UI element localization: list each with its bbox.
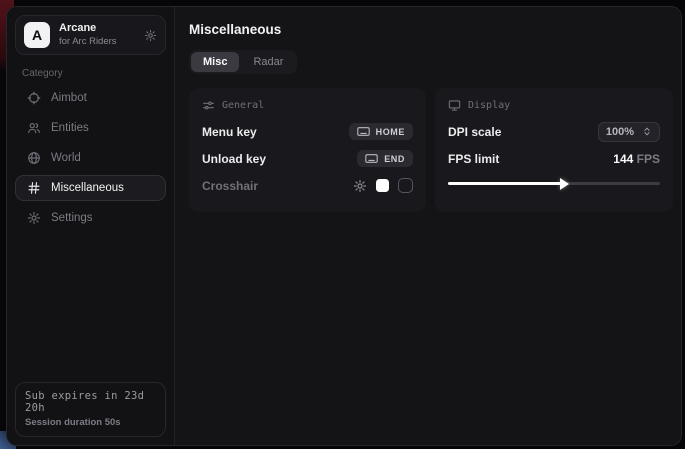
crosshair-row: Crosshair <box>202 172 413 199</box>
app-logo: A <box>24 22 50 48</box>
tab-bar: Misc Radar <box>189 50 297 74</box>
keyboard-icon <box>365 153 378 164</box>
fps-limit-value: 144 FPS <box>613 152 660 166</box>
dpi-scale-row: DPI scale 100% <box>448 118 660 145</box>
sidebar-nav: Aimbot Entities World <box>15 85 166 231</box>
fps-slider-fill <box>448 182 562 185</box>
app-name: Arcane <box>59 22 135 36</box>
dpi-scale-label: DPI scale <box>448 125 501 139</box>
fps-limit-row: FPS limit 144 FPS <box>448 145 660 172</box>
crosshair-controls <box>353 178 413 193</box>
tab-misc[interactable]: Misc <box>191 52 239 72</box>
crosshair-color-swatch[interactable] <box>376 179 389 192</box>
entities-icon <box>27 121 41 135</box>
unload-key-bind-button[interactable]: END <box>357 150 413 167</box>
account-text: Arcane for Arc Riders <box>59 22 135 48</box>
display-card-title: Display <box>468 100 510 111</box>
unload-key-row: Unload key END <box>202 145 413 172</box>
app-window: A Arcane for Arc Riders Category <box>6 6 682 446</box>
sidebar-item-aimbot[interactable]: Aimbot <box>15 85 166 111</box>
sidebar-item-label: Aimbot <box>51 92 87 104</box>
keyboard-icon <box>357 126 370 137</box>
display-card: Display DPI scale 100% FPS limit <box>435 88 673 212</box>
sidebar-item-label: Settings <box>51 212 93 224</box>
gear-icon <box>27 211 41 225</box>
menu-key-label: Menu key <box>202 125 257 139</box>
dpi-scale-value: 100% <box>606 126 634 138</box>
general-card: General Menu key HOME Unload key <box>189 88 426 212</box>
globe-icon <box>27 151 41 165</box>
monitor-icon <box>448 99 461 112</box>
sliders-icon <box>202 99 215 112</box>
main-content: Miscellaneous Misc Radar General <box>175 7 682 445</box>
account-card[interactable]: A Arcane for Arc Riders <box>15 15 166 55</box>
gear-icon[interactable] <box>353 179 367 193</box>
fps-limit-label: FPS limit <box>448 152 499 166</box>
menu-key-bind-button[interactable]: HOME <box>349 123 413 140</box>
sidebar-item-miscellaneous[interactable]: Miscellaneous <box>15 175 166 201</box>
general-card-header: General <box>202 99 413 112</box>
fps-unit: FPS <box>637 152 660 166</box>
fps-number: 144 <box>613 152 633 166</box>
crosshair-icon <box>27 91 41 105</box>
menu-key-row: Menu key HOME <box>202 118 413 145</box>
subscription-card: Sub expires in 23d 20h Session duration … <box>15 382 166 437</box>
app-subtitle: for Arc Riders <box>59 36 135 48</box>
display-card-header: Display <box>448 99 660 112</box>
sidebar-item-label: World <box>51 152 81 164</box>
sidebar-item-entities[interactable]: Entities <box>15 115 166 141</box>
menu-key-value: HOME <box>376 127 405 137</box>
fps-limit-slider[interactable] <box>448 176 660 190</box>
crosshair-label: Crosshair <box>202 179 258 193</box>
chevrons-up-down-icon <box>642 126 652 137</box>
sidebar-item-settings[interactable]: Settings <box>15 205 166 231</box>
hash-grid-icon <box>27 181 41 195</box>
sidebar-item-world[interactable]: World <box>15 145 166 171</box>
unload-key-value: END <box>384 154 405 164</box>
crosshair-checkbox[interactable] <box>398 178 413 193</box>
session-duration-text: Session duration 50s <box>25 417 156 428</box>
cards-row: General Menu key HOME Unload key <box>189 88 673 212</box>
sidebar: A Arcane for Arc Riders Category <box>7 7 175 445</box>
sidebar-item-label: Miscellaneous <box>51 182 124 194</box>
page-title: Miscellaneous <box>189 22 673 37</box>
unload-key-label: Unload key <box>202 152 266 166</box>
sub-expiry-text: Sub expires in 23d 20h <box>25 390 156 414</box>
sidebar-item-label: Entities <box>51 122 89 134</box>
tab-radar[interactable]: Radar <box>241 52 295 72</box>
category-label: Category <box>22 68 159 79</box>
general-card-title: General <box>222 100 264 111</box>
gear-icon[interactable] <box>144 29 157 42</box>
fps-slider-thumb[interactable] <box>560 178 569 190</box>
dpi-scale-stepper[interactable]: 100% <box>598 122 660 142</box>
